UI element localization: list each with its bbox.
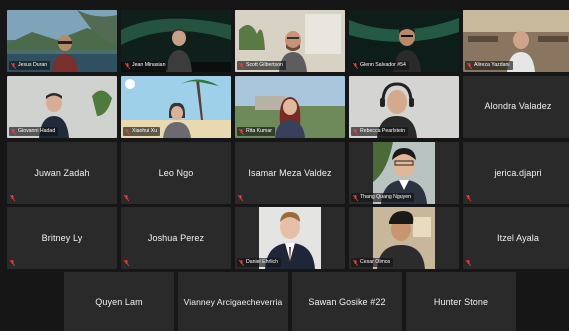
participant-tile-daniel-ehrlich[interactable]: Daniel Ehrlich xyxy=(235,207,345,269)
muted-mic-icon xyxy=(10,260,15,266)
participant-name: Leo Ngo xyxy=(158,168,194,178)
participant-tile-giovanni-hadad[interactable]: Giovanni Hadad xyxy=(7,76,117,138)
participant-name: Vianney Arcigaecheverria xyxy=(183,296,283,307)
gallery-view: Jesus Duran Jean Minasian Scott Gilberts… xyxy=(0,0,569,331)
participant-tile-sawan-gosike[interactable]: Sawan Gosike #22 xyxy=(292,272,402,331)
participant-name: Itzel Ayala xyxy=(497,233,539,243)
muted-mic-icon xyxy=(238,195,243,201)
participant-name: Juwan Zadah xyxy=(34,168,90,178)
participant-tile-rita-kumar[interactable]: Rita Kumar xyxy=(235,76,345,138)
participant-tile-leo-ngo[interactable]: Leo Ngo xyxy=(121,142,231,204)
muted-mic-icon xyxy=(353,128,358,135)
participant-name: Alondra Valadez xyxy=(484,101,552,111)
participant-name: Quyen Lam xyxy=(95,296,143,307)
participant-name: Hunter Stone xyxy=(433,296,489,307)
name-label: Scott Gilbertson xyxy=(237,61,286,70)
name-label: Jean Minasian xyxy=(123,61,169,70)
participant-video xyxy=(163,102,191,138)
participant-name: Britney Ly xyxy=(41,233,83,243)
muted-mic-icon xyxy=(467,62,472,69)
name-label: Daniel Ehrlich xyxy=(237,258,282,267)
participant-tile-thang-quang-nguyen[interactable]: Thang Quang Nguyen xyxy=(349,142,459,204)
participant-tile-itzel-ayala[interactable]: Itzel Ayala xyxy=(463,207,569,269)
muted-mic-icon xyxy=(353,194,358,201)
muted-mic-icon xyxy=(11,128,16,135)
participant-video xyxy=(275,97,305,138)
name-label: Jesus Duran xyxy=(9,61,51,70)
participant-tile-britney-ly[interactable]: Britney Ly xyxy=(7,207,117,269)
participant-tile-xiaohui-xu[interactable]: Xiaohui Xu xyxy=(121,76,231,138)
muted-mic-icon xyxy=(239,259,244,266)
participant-tile-quyen-lam[interactable]: Quyen Lam xyxy=(64,272,174,331)
name-label: Alireza Yazdani xyxy=(465,61,513,70)
name-label: Giovanni Hadad xyxy=(9,127,59,136)
participant-video xyxy=(52,35,78,72)
participant-tile-vianney-arcigaecheverria[interactable]: Vianney Arcigaecheverria xyxy=(178,272,288,331)
muted-mic-icon xyxy=(466,195,471,201)
participant-name: Joshua Perez xyxy=(147,233,205,243)
muted-mic-icon xyxy=(10,195,15,201)
participant-name: jerica.djapri xyxy=(494,168,542,178)
participant-tile-jerica-djapri[interactable]: jerica.djapri xyxy=(463,142,569,204)
name-label: Cesar Olmos xyxy=(351,258,394,267)
participant-tile-cesar-olmos[interactable]: Cesar Olmos xyxy=(349,207,459,269)
muted-mic-icon xyxy=(125,62,130,69)
participant-name: Sawan Gosike #22 xyxy=(308,296,386,307)
participant-tile-juwan-zadah[interactable]: Juwan Zadah xyxy=(7,142,117,204)
name-label: Rita Kumar xyxy=(237,127,275,136)
participant-tile-alireza-yazdani[interactable]: Alireza Yazdani xyxy=(463,10,569,72)
name-label: Xiaohui Xu xyxy=(123,127,161,136)
name-label: Glenn Salvador #54 xyxy=(351,61,409,70)
muted-mic-icon xyxy=(124,195,129,201)
muted-mic-icon xyxy=(353,62,358,69)
participant-tile-isamar-meza-valdez[interactable]: Isamar Meza Valdez xyxy=(235,142,345,204)
participant-tile-hunter-stone[interactable]: Hunter Stone xyxy=(406,272,516,331)
muted-mic-icon xyxy=(125,128,130,135)
muted-mic-icon xyxy=(239,128,244,135)
participant-tile-jean-minasian[interactable]: Jean Minasian xyxy=(121,10,231,72)
muted-mic-icon xyxy=(466,260,471,266)
participant-tile-rebecca-pearlstein[interactable]: Rebecca Pearlstein xyxy=(349,76,459,138)
muted-mic-icon xyxy=(11,62,16,69)
participant-tile-scott-gilbertson[interactable]: Scott Gilbertson xyxy=(235,10,345,72)
participant-video xyxy=(166,29,192,72)
participant-tile-glenn-salvador[interactable]: Glenn Salvador #54 xyxy=(349,10,459,72)
name-label: Thang Quang Nguyen xyxy=(351,193,415,202)
muted-mic-icon xyxy=(353,259,358,266)
participant-name: Isamar Meza Valdez xyxy=(248,168,332,178)
name-label: Rebecca Pearlstein xyxy=(351,127,408,136)
muted-mic-icon xyxy=(239,62,244,69)
muted-mic-icon xyxy=(124,260,129,266)
participant-tile-joshua-perez[interactable]: Joshua Perez xyxy=(121,207,231,269)
participant-tile-alondra-valadez[interactable]: Alondra Valadez xyxy=(463,76,569,138)
participant-tile-jesus-duran[interactable]: Jesus Duran xyxy=(7,10,117,72)
